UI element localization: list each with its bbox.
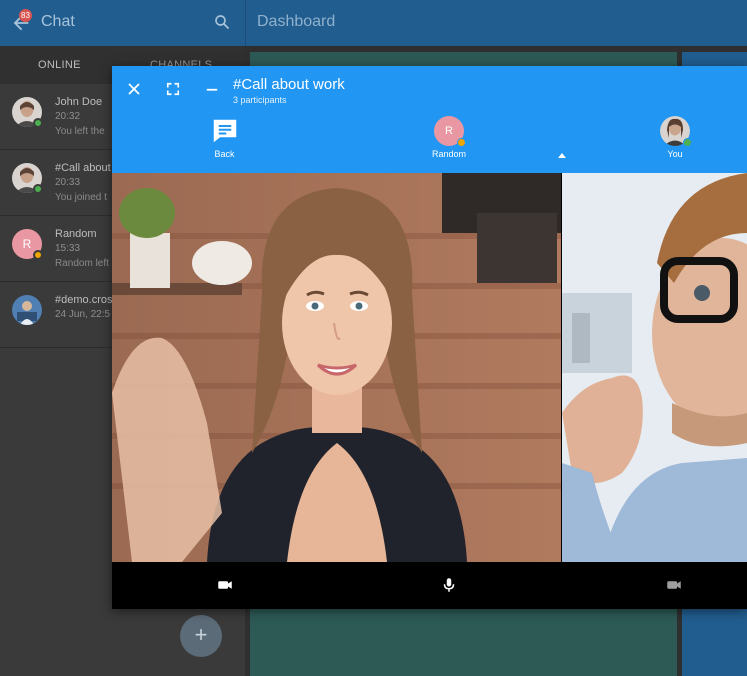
contact-name: Random (55, 228, 97, 240)
sidebar-title: Chat (41, 13, 75, 30)
add-chat-button[interactable]: + (180, 615, 222, 657)
contact-name: John Doe (55, 96, 103, 108)
away-status-dot (457, 138, 466, 147)
microphone-icon[interactable] (440, 576, 458, 594)
contact-name: #demo.cros (55, 294, 113, 306)
video-feed-self (562, 173, 747, 562)
participant-label: You (667, 149, 683, 159)
fullscreen-icon[interactable] (164, 80, 182, 98)
minimize-icon[interactable] (203, 80, 221, 98)
search-icon[interactable] (213, 13, 231, 31)
participant-label: Back (214, 149, 235, 159)
avatar-letter: R (445, 125, 453, 137)
video-call-window: #Call about work 3 participants Back R R… (112, 66, 747, 609)
online-status-dot (683, 138, 692, 147)
tab-online[interactable]: ONLINE (38, 59, 81, 71)
video-feed-remote (112, 173, 561, 562)
contact-last-message: Random left (55, 258, 109, 269)
contact-time: 15:33 (55, 243, 81, 254)
away-status-dot (33, 250, 43, 260)
close-icon[interactable] (125, 80, 143, 98)
video-frame-man (562, 173, 747, 562)
contact-time: 24 Jun, 22:5 (55, 309, 111, 320)
camera-icon-secondary[interactable] (665, 576, 683, 594)
avatar (660, 116, 692, 147)
dashboard-header: Dashboard (245, 0, 747, 46)
sidebar-header: 83 Chat (0, 0, 245, 46)
contact-time: 20:32 (55, 111, 81, 122)
online-status-dot (33, 118, 43, 128)
avatar: R (434, 116, 466, 147)
avatar (12, 295, 42, 325)
participant-back[interactable]: Back (207, 116, 242, 159)
participant-label: Random (431, 149, 467, 159)
contact-name: #Call about (55, 162, 111, 174)
app-root: 83 Chat ONLINE CHANNELS John Doe 20:32 Y… (0, 0, 747, 676)
online-status-dot (33, 184, 43, 194)
participant-you[interactable]: You (657, 116, 693, 159)
unread-badge: 83 (19, 9, 32, 22)
contact-last-message: You left the (55, 126, 105, 137)
caret-up-icon[interactable] (558, 153, 566, 158)
call-controls (112, 562, 747, 609)
camera-icon[interactable] (216, 576, 234, 594)
video-frame-woman (112, 173, 561, 562)
chat-icon (213, 119, 236, 143)
participant-random[interactable]: R Random (424, 116, 474, 159)
call-header: #Call about work 3 participants Back R R… (112, 66, 747, 173)
call-participant-count: 3 participants (233, 95, 287, 105)
contact-last-message: You joined t (55, 192, 107, 203)
call-title: #Call about work (233, 76, 345, 93)
contact-time: 20:33 (55, 177, 81, 188)
dashboard-title: Dashboard (257, 13, 336, 30)
